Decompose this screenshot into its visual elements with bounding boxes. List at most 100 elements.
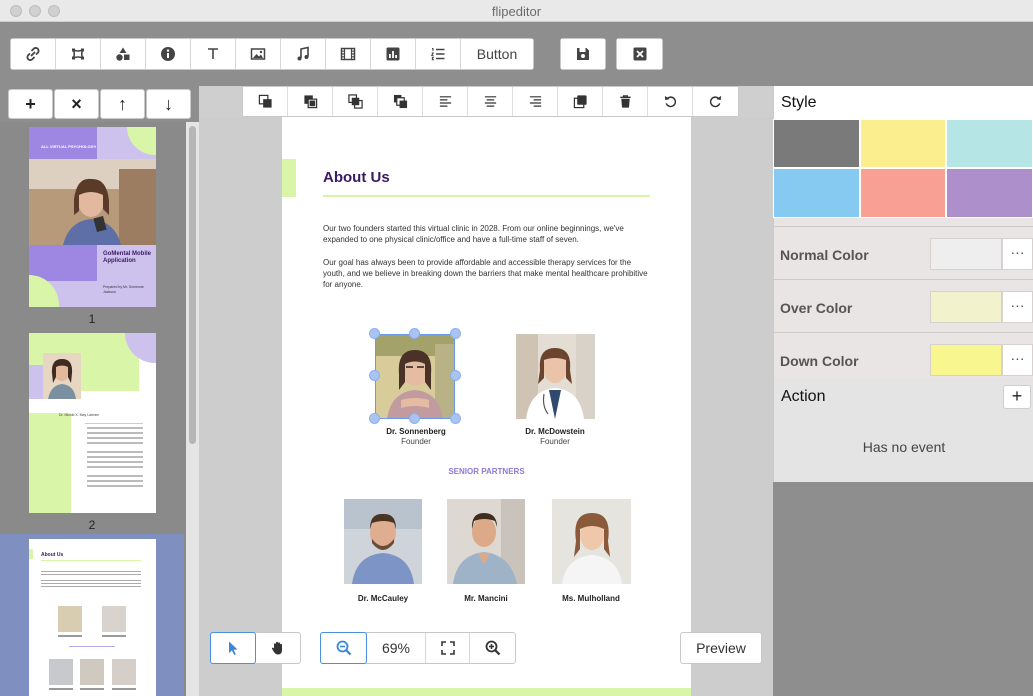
resize-handle-w[interactable] — [369, 370, 380, 381]
resize-handle-se[interactable] — [450, 413, 461, 424]
list-icon — [430, 48, 445, 61]
arrange-toolbar — [242, 86, 739, 117]
scrollbar-thumb[interactable] — [189, 126, 196, 444]
over-color-label: Over Color — [780, 300, 853, 316]
align-left-icon — [439, 96, 451, 107]
music-button[interactable] — [281, 39, 326, 69]
style-swatch[interactable] — [860, 168, 946, 218]
chart-button[interactable] — [371, 39, 416, 69]
partner-name[interactable]: Mr. Mancini — [431, 594, 541, 603]
document-page[interactable]: About Us Our two founders started this v… — [282, 117, 691, 696]
partner-photo-mccauley[interactable] — [344, 499, 422, 584]
founder-role[interactable]: Founder — [500, 437, 610, 446]
delete-button[interactable] — [603, 87, 648, 116]
align-right-button[interactable] — [513, 87, 558, 116]
close-button[interactable] — [617, 39, 662, 69]
video-button[interactable] — [326, 39, 371, 69]
shapes-button[interactable] — [101, 39, 146, 69]
down-color-swatch[interactable] — [930, 344, 1002, 376]
zoom-in-button[interactable] — [470, 633, 515, 663]
duplicate-button[interactable] — [558, 87, 603, 116]
selection-box[interactable] — [375, 334, 455, 419]
senior-partners-heading[interactable]: SENIOR PARTNERS — [282, 467, 691, 476]
add-page-button[interactable]: + — [8, 89, 53, 119]
paragraph-2[interactable]: Our goal has always been to provide affo… — [323, 257, 653, 290]
style-swatch[interactable] — [773, 168, 860, 218]
send-backward-icon — [303, 95, 317, 109]
partner-name[interactable]: Ms. Mulholland — [536, 594, 646, 603]
founder-photo-mcdowstein[interactable] — [516, 334, 595, 419]
zoom-level[interactable]: 69% — [367, 633, 426, 663]
transform-button[interactable] — [56, 39, 101, 69]
close-icon — [633, 47, 646, 61]
partner-photo-mancini[interactable] — [447, 499, 525, 584]
style-swatches — [773, 119, 1033, 218]
partner-photo-mulholland[interactable] — [552, 499, 631, 584]
page-thumbnail-3[interactable]: About Us — [29, 539, 156, 696]
transform-icon — [72, 48, 84, 60]
no-event-message: Has no event — [862, 439, 946, 455]
send-backward-button[interactable] — [288, 87, 333, 116]
over-color-more-button[interactable]: ··· — [1002, 291, 1033, 323]
save-button[interactable] — [561, 39, 605, 69]
style-swatch[interactable] — [773, 119, 860, 168]
style-swatch[interactable] — [946, 119, 1033, 168]
canvas-toolbar — [199, 86, 773, 117]
resize-handle-ne[interactable] — [450, 328, 461, 339]
resize-handle-s[interactable] — [409, 413, 420, 424]
resize-handle-nw[interactable] — [369, 328, 380, 339]
pages-scrollbar[interactable] — [186, 122, 199, 696]
founder-role[interactable]: Founder — [361, 437, 471, 446]
founder-name[interactable]: Dr. Sonnenberg — [361, 427, 471, 436]
paragraph-1[interactable]: Our two founders started this virtual cl… — [323, 223, 653, 245]
link-icon — [26, 47, 40, 61]
add-action-button[interactable]: + — [1003, 385, 1031, 409]
style-panel: Style Normal Color ··· Over Color ··· Do… — [773, 86, 1033, 696]
resize-handle-e[interactable] — [450, 370, 461, 381]
partner-name[interactable]: Dr. McCauley — [328, 594, 438, 603]
send-to-back-button[interactable] — [378, 87, 423, 116]
style-swatch[interactable] — [946, 168, 1033, 218]
undo-button[interactable] — [648, 87, 693, 116]
normal-color-more-button[interactable]: ··· — [1002, 238, 1033, 270]
align-center-button[interactable] — [468, 87, 513, 116]
editing-canvas[interactable]: About Us Our two founders started this v… — [199, 117, 773, 696]
align-left-button[interactable] — [423, 87, 468, 116]
page-thumbnail-1[interactable]: ALL VIRTUAL PSYCHOLOGY GoMental Mobile A… — [29, 127, 156, 307]
normal-color-swatch[interactable] — [930, 238, 1002, 270]
down-color-more-button[interactable]: ··· — [1002, 344, 1033, 376]
preview-button[interactable]: Preview — [680, 632, 762, 664]
accent-bar — [282, 159, 296, 197]
move-page-up-button[interactable]: ↑ — [100, 89, 145, 119]
redo-button[interactable] — [693, 87, 738, 116]
info-icon — [161, 47, 175, 61]
resize-handle-n[interactable] — [409, 328, 420, 339]
bring-forward-button[interactable] — [243, 87, 288, 116]
down-color-label: Down Color — [780, 353, 859, 369]
button-tool[interactable]: Button — [461, 39, 533, 69]
image-button[interactable] — [236, 39, 281, 69]
page-title[interactable]: About Us — [323, 169, 390, 186]
zoom-out-button[interactable] — [320, 632, 367, 664]
text-button[interactable] — [191, 39, 236, 69]
list-button[interactable] — [416, 39, 461, 69]
info-button[interactable] — [146, 39, 191, 69]
thumb-subtitle: Prepared by Mr. Someone Jackson — [103, 285, 144, 294]
title-bar: flipeditor — [0, 0, 1033, 22]
over-color-swatch[interactable] — [930, 291, 1002, 323]
link-button[interactable] — [11, 39, 56, 69]
bring-to-front-button[interactable] — [333, 87, 378, 116]
duplicate-icon — [573, 95, 587, 109]
pan-tool[interactable] — [256, 633, 300, 663]
save-icon — [577, 48, 589, 60]
delete-page-button[interactable]: × — [54, 89, 99, 119]
pointer-tools — [210, 632, 301, 664]
action-section: Action + Has no event — [774, 379, 1033, 482]
resize-handle-sw[interactable] — [369, 413, 380, 424]
fit-screen-button[interactable] — [426, 633, 470, 663]
move-page-down-button[interactable]: ↓ — [146, 89, 191, 119]
style-swatch[interactable] — [860, 119, 946, 168]
founder-name[interactable]: Dr. McDowstein — [500, 427, 610, 436]
select-tool[interactable] — [210, 632, 256, 664]
page-thumbnail-2[interactable]: Dr. Mizuki X. May Labram — [29, 333, 156, 513]
